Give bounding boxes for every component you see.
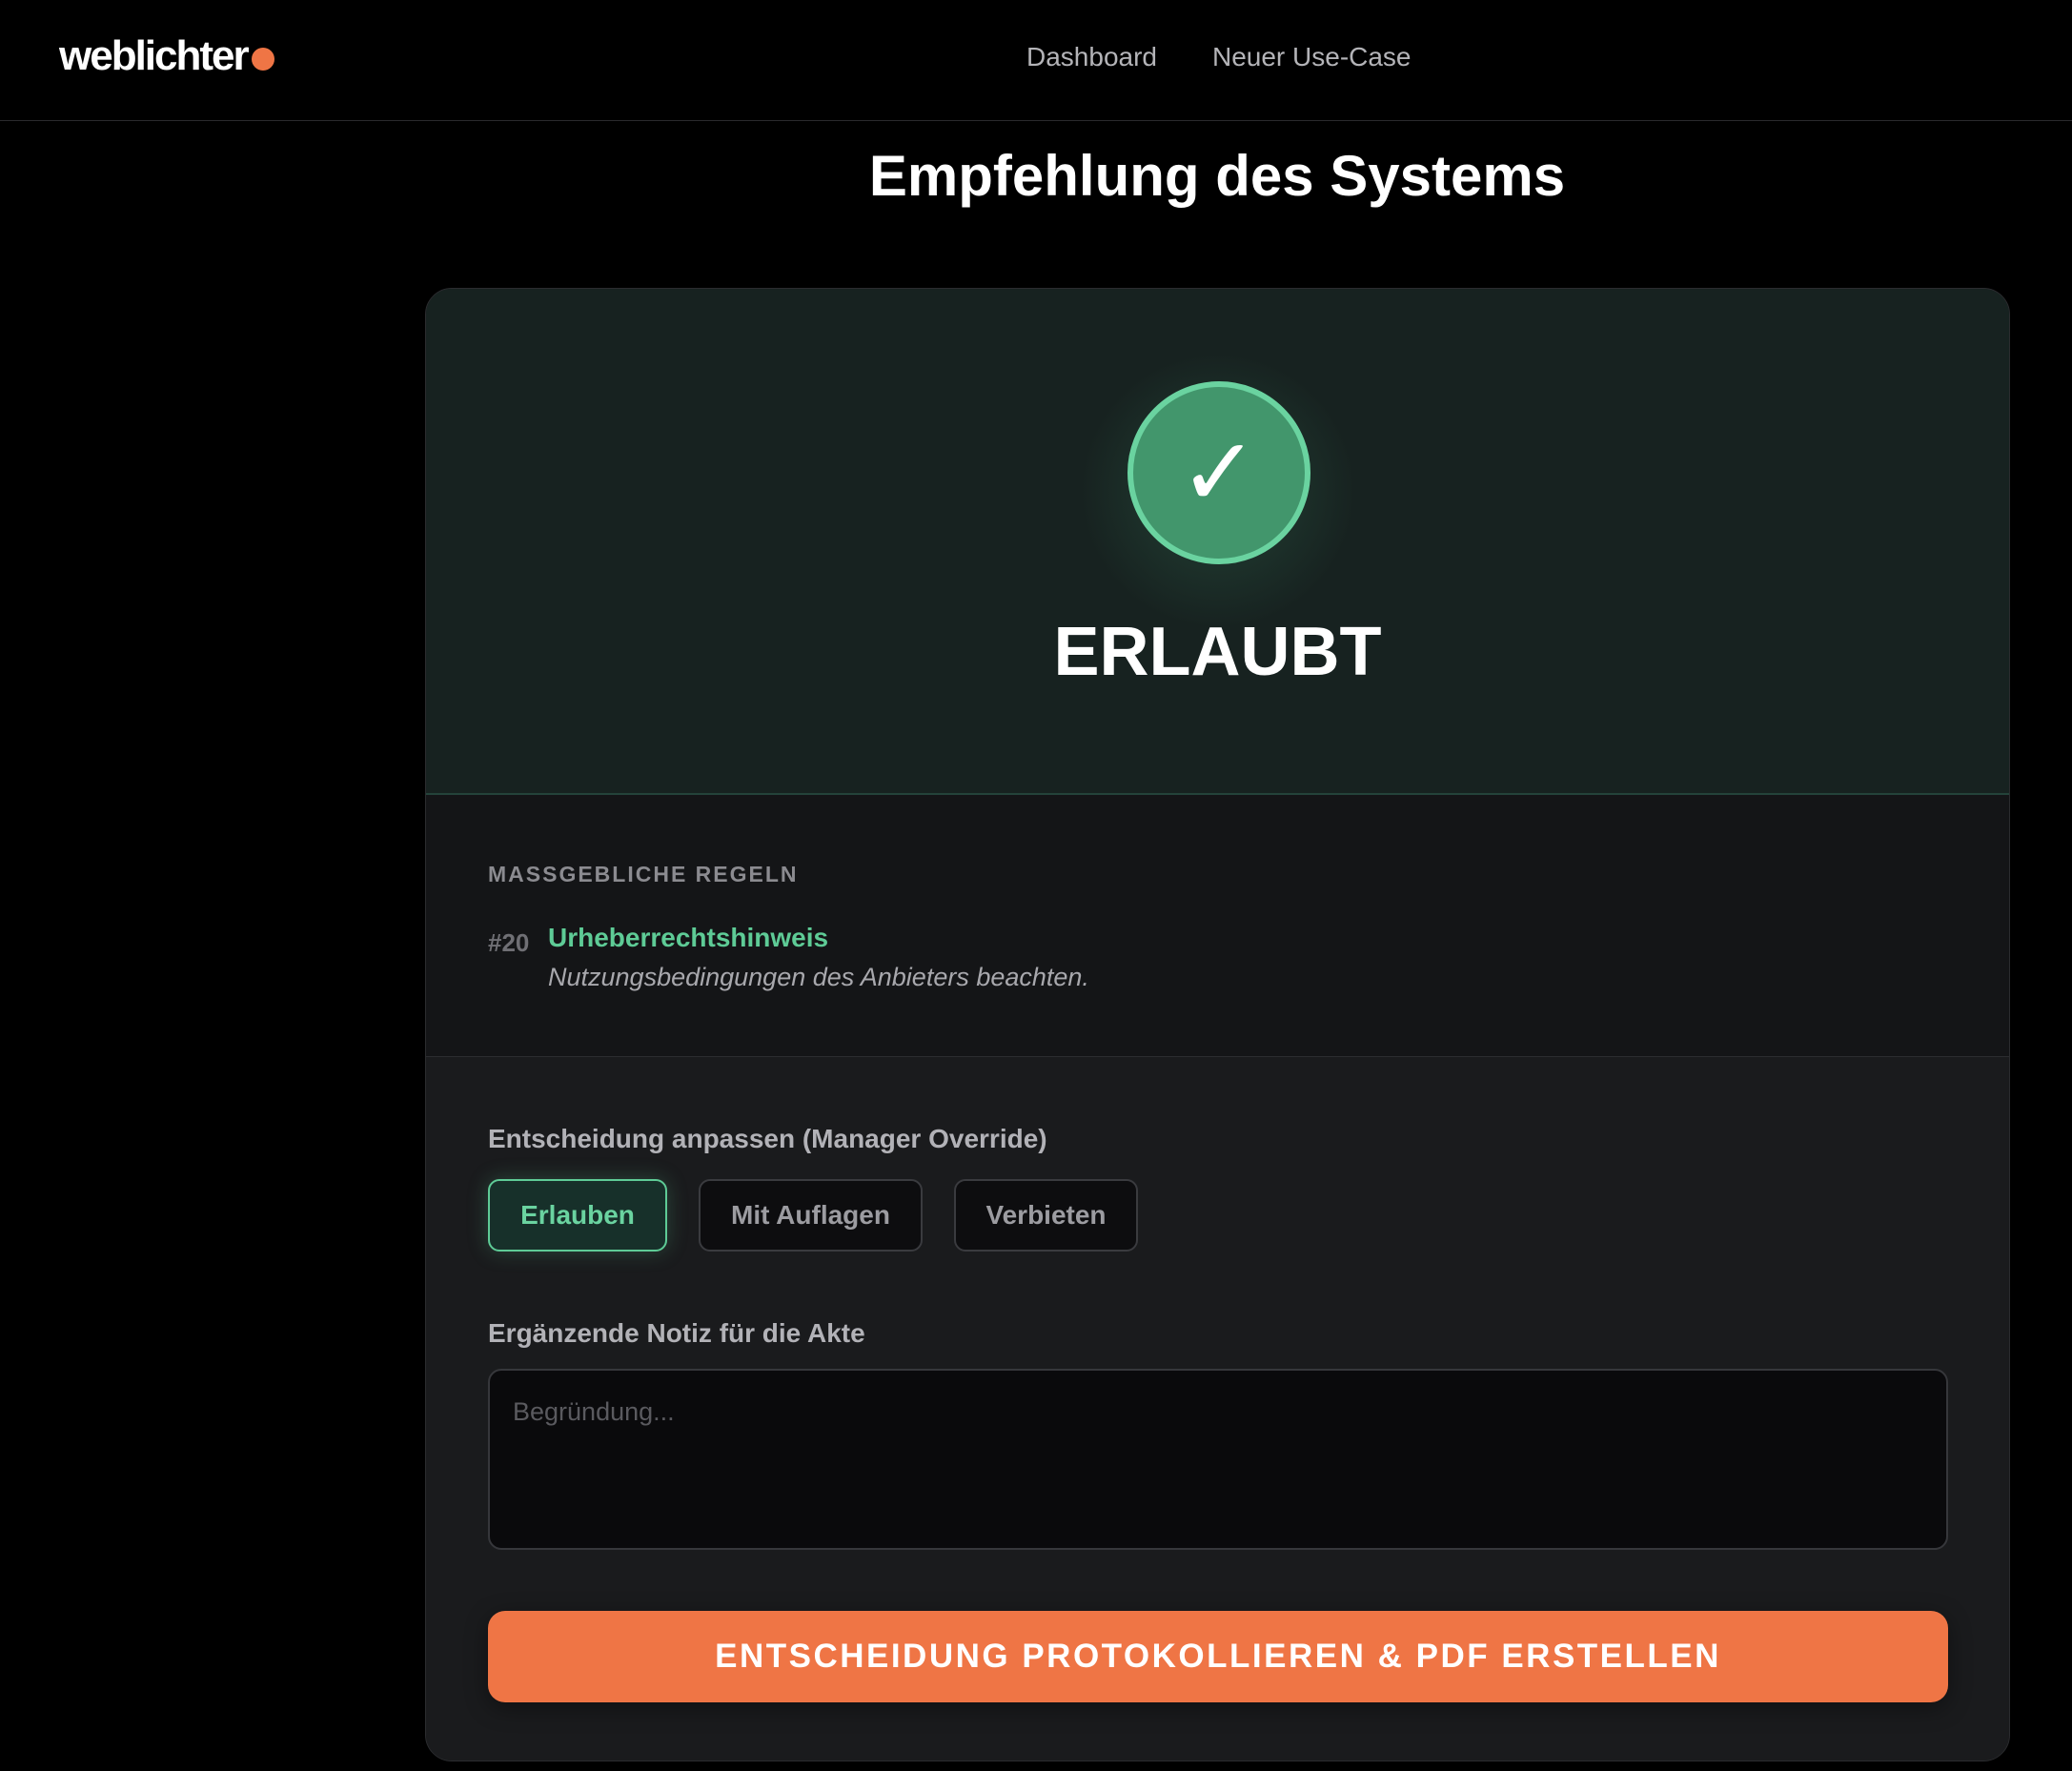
manager-override-section: Entscheidung anpassen (Manager Override)… — [426, 1057, 2009, 1761]
forbid-button[interactable]: Verbieten — [954, 1179, 1138, 1252]
rules-heading: MASSGEBLICHE REGELN — [488, 862, 799, 886]
note-label: Ergänzende Notiz für die Akte — [488, 1318, 865, 1348]
nav-link-new-use-case[interactable]: Neuer Use-Case — [1212, 42, 1412, 72]
override-label: Entscheidung anpassen (Manager Override) — [488, 1124, 1047, 1153]
main-nav: Dashboard Neuer Use-Case — [1026, 42, 1412, 72]
nav-link-dashboard[interactable]: Dashboard — [1026, 42, 1157, 72]
logo-dot-icon — [251, 48, 274, 71]
checkmark-symbol: ✓ — [1179, 417, 1259, 528]
applicable-rules-section: MASSGEBLICHE REGELN #20 Urheberrechtshin… — [426, 795, 2009, 1057]
page-title: Empfehlung des Systems — [0, 143, 2072, 209]
note-textarea[interactable] — [488, 1369, 1948, 1550]
page-title-text: Empfehlung des Systems — [868, 144, 1566, 208]
checkmark-icon: ✓ — [1127, 381, 1310, 564]
weblichter-logo[interactable]: weblichter — [59, 32, 274, 80]
top-navigation-bar: weblichter Dashboard Neuer Use-Case — [0, 0, 2072, 121]
allow-button[interactable]: Erlauben — [488, 1179, 667, 1252]
rule-title: Urheberrechtshinweis — [548, 923, 829, 952]
with-conditions-button[interactable]: Mit Auflagen — [699, 1179, 923, 1252]
verdict-section: ✓ ERLAUBT — [426, 289, 2009, 795]
verdict-label: ERLAUBT — [1053, 614, 1382, 690]
recommendation-card: ✓ ERLAUBT MASSGEBLICHE REGELN #20 Urhebe… — [425, 288, 2010, 1761]
logo-text: weblichter — [59, 32, 250, 79]
log-decision-create-pdf-button[interactable]: ENTSCHEIDUNG PROTOKOLLIEREN & PDF ERSTEL… — [488, 1611, 1948, 1702]
rule-description: Nutzungsbedingungen des Anbieters beacht… — [548, 963, 1089, 991]
override-option-group: Erlauben Mit Auflagen Verbieten — [488, 1179, 1138, 1252]
rule-id: #20 — [488, 928, 530, 957]
